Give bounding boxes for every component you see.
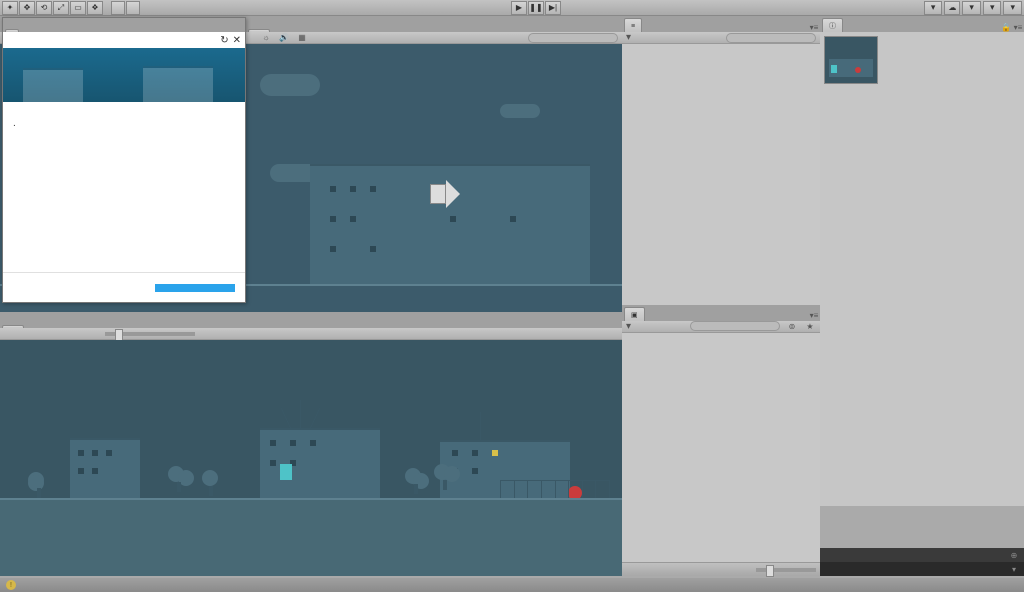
layout-button[interactable]: ▾ xyxy=(1003,1,1022,15)
walkthrough-title-row: ↻ ✕ xyxy=(3,32,245,48)
scene-fx-icon[interactable]: ▦ xyxy=(296,33,308,43)
hierarchy-tab[interactable]: ≡ xyxy=(624,18,642,32)
walkthrough-banner xyxy=(3,48,245,102)
tree-decoration xyxy=(434,464,456,490)
asset-bundle-row: ▾ xyxy=(820,562,1024,576)
account-button[interactable]: ▾ xyxy=(962,1,981,15)
project-toolbar: ▾ ⊚ ★ xyxy=(622,321,820,333)
game-viewport[interactable] xyxy=(0,340,622,576)
walkthrough-panel: ↻ ✕ . xyxy=(2,17,246,303)
game-tab-row xyxy=(0,312,622,328)
tree-decoration xyxy=(200,470,222,496)
walkthrough-start-button[interactable] xyxy=(155,284,235,292)
project-tab-row: ▣ ▾≡ xyxy=(622,305,820,321)
inspector-body xyxy=(820,32,1024,506)
multi-tool[interactable]: ❖ xyxy=(87,1,103,15)
status-bar: ! xyxy=(0,578,1024,592)
play-button[interactable]: ▶ xyxy=(511,1,527,15)
scene-search-input[interactable] xyxy=(528,33,618,43)
inspector-lock-icon[interactable]: 🔒 xyxy=(1000,22,1012,32)
inspector-thumbnail xyxy=(824,36,878,84)
inspector-tab[interactable]: ⓘ xyxy=(822,18,843,32)
scale-tool[interactable]: ⤢ xyxy=(53,1,69,15)
rect-tool[interactable]: ▭ xyxy=(70,1,86,15)
cloud-decoration xyxy=(260,74,320,96)
hierarchy-create-button[interactable]: ▾ xyxy=(626,32,631,43)
layers-button[interactable]: ▾ xyxy=(983,1,1002,15)
antenna-decoration xyxy=(310,408,320,428)
step-button[interactable]: ▶| xyxy=(545,1,561,15)
rotate-tool[interactable]: ⟲ xyxy=(36,1,52,15)
scene-audio-icon[interactable]: 🔊 xyxy=(278,33,290,43)
walkthrough-tab-row xyxy=(3,18,245,32)
walkthrough-close-icon[interactable]: ✕ xyxy=(233,35,241,46)
collab-button[interactable]: ▾ xyxy=(924,1,943,15)
game-toolbar xyxy=(0,328,622,340)
project-thumb-slider[interactable] xyxy=(756,568,816,572)
move-tool[interactable]: ✥ xyxy=(19,1,35,15)
asset-labels-add-icon[interactable]: ⊕ xyxy=(1008,550,1020,560)
player-sprite xyxy=(280,464,292,480)
project-favorite-icon[interactable]: ★ xyxy=(804,321,816,331)
project-options-icon[interactable]: ▾≡ xyxy=(808,311,820,321)
cloud-button[interactable]: ☁ xyxy=(944,1,960,15)
pause-button[interactable]: ❚❚ xyxy=(528,1,544,15)
antenna-decoration xyxy=(300,400,301,428)
audio-source-gizmo[interactable] xyxy=(430,174,470,214)
tree-decoration xyxy=(28,472,50,498)
hierarchy-toolbar: ▾ xyxy=(622,32,820,44)
hierarchy-options-icon[interactable]: ▾≡ xyxy=(808,22,820,32)
transform-tools: ✦ ✥ ⟲ ⤢ ▭ ❖ xyxy=(2,1,103,15)
cloud-decoration xyxy=(500,104,540,118)
walkthrough-refresh-icon[interactable]: ↻ xyxy=(220,35,228,46)
game-scale-slider[interactable] xyxy=(105,332,195,336)
inspector-header xyxy=(824,36,1020,84)
tree-decoration xyxy=(405,468,427,494)
pivot-local-button[interactable] xyxy=(126,1,140,15)
status-warning-icon[interactable]: ! xyxy=(6,580,16,590)
project-footer xyxy=(622,562,820,576)
scene-light-icon[interactable]: ☼ xyxy=(260,33,272,43)
hierarchy-search-input[interactable] xyxy=(726,33,816,43)
antenna-decoration xyxy=(281,408,291,428)
play-controls: ▶ ❚❚ ▶| xyxy=(511,1,561,15)
ground-fill xyxy=(0,500,622,576)
project-tab[interactable]: ▣ xyxy=(624,307,645,321)
pivot-tools xyxy=(111,1,140,15)
main-toolbar: ✦ ✥ ⟲ ⤢ ▭ ❖ ▶ ❚❚ ▶| ▾ ☁ ▾ ▾ ▾ xyxy=(0,0,1024,16)
walkthrough-p3: . xyxy=(13,117,235,131)
walkthrough-content: . xyxy=(3,102,245,272)
project-tree[interactable] xyxy=(622,333,820,562)
project-search-input[interactable] xyxy=(690,321,780,331)
asset-f[interactable]: ▾ xyxy=(1008,564,1020,574)
hierarchy-tab-row: ≡ ▾≡ xyxy=(622,16,820,32)
building-decoration xyxy=(260,428,380,498)
right-toolbar: ▾ ☁ ▾ ▾ ▾ xyxy=(924,1,1022,15)
inspector-options-icon[interactable]: ▾≡ xyxy=(1012,22,1024,32)
antenna-decoration xyxy=(480,412,481,440)
walkthrough-footer xyxy=(3,272,245,302)
hand-tool[interactable]: ✦ xyxy=(2,1,18,15)
asset-labels-row: ⊕ xyxy=(820,548,1024,562)
project-filter-icon[interactable]: ⊚ xyxy=(786,321,798,331)
inspector-tab-row: ⓘ 🔒 ▾≡ xyxy=(820,16,1024,32)
project-create-button[interactable]: ▾ xyxy=(626,321,631,332)
pivot-center-button[interactable] xyxy=(111,1,125,15)
building-decoration xyxy=(70,438,140,498)
hierarchy-tree[interactable] xyxy=(622,44,820,305)
tree-decoration xyxy=(168,466,190,492)
fence-decoration xyxy=(500,480,610,498)
